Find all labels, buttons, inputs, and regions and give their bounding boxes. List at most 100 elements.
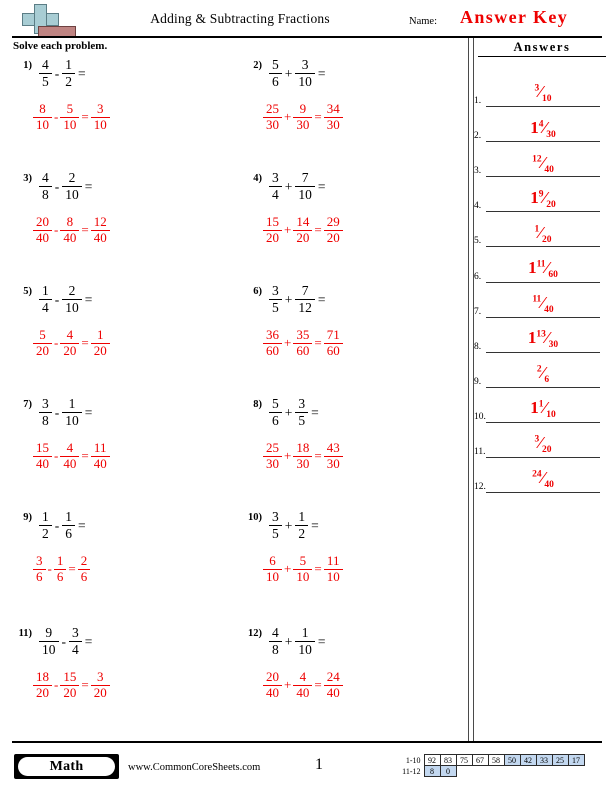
fraction-denominator: 10	[36, 117, 49, 133]
fraction-numerator: 1	[42, 509, 49, 524]
fraction-denominator: 10	[266, 569, 279, 585]
problem-fraction-first: 35	[269, 283, 282, 315]
problem-solution: 25 30 +9 30 = 34 30	[262, 101, 344, 132]
problem-number: 5)	[23, 286, 32, 297]
answer-denominator: 60	[548, 270, 558, 281]
problem-fraction-first: 48	[269, 625, 282, 657]
fraction-numerator: 2	[68, 170, 76, 185]
problem-fraction-first: 12	[39, 509, 52, 541]
fraction-numerator: 25	[266, 101, 279, 116]
problem-fraction-first: 56	[269, 396, 282, 428]
answer-value: 19⁄20	[486, 189, 600, 211]
fraction-numerator: 2	[80, 553, 88, 568]
problem-solution: 25 30 +18 30 = 43 30	[262, 440, 344, 471]
solution-fraction-result: 24 40	[323, 669, 343, 701]
answer-row: 3. 12⁄40	[472, 142, 608, 178]
problem-item: 1) 4 5-1 2 = 8 10-5 10 = 3 10	[10, 57, 235, 170]
problem-number: 6)	[253, 286, 262, 297]
problem-expression: 3 5 +1 2 =	[268, 509, 319, 541]
answer-number: 4.	[474, 201, 482, 212]
problem-fraction-first: 48	[39, 170, 52, 202]
problem-item: 10) 3 5 +1 2 = 6 10 +5 10 = 11 10	[240, 509, 465, 622]
answer-denominator: 40	[544, 305, 554, 316]
score-cell-empty	[520, 766, 536, 777]
score-cell: 8	[423, 765, 441, 777]
problem-equals-sign: =	[317, 633, 326, 649]
answer-row: 7. 11⁄40	[472, 283, 608, 318]
solution-equals-sign: =	[81, 109, 89, 125]
fraction-denominator: 10	[65, 299, 79, 315]
fraction-numerator: 5	[39, 327, 46, 342]
fraction-numerator: 15	[63, 669, 77, 684]
answer-row: 2. 14⁄30	[472, 107, 608, 143]
problem-equals-sign: =	[78, 65, 86, 81]
fraction-denominator: 20	[296, 230, 310, 246]
problem-expression: 9 10-3 4 =	[38, 625, 92, 657]
score-cell: 17	[567, 754, 585, 766]
solution-operator: -	[47, 561, 52, 577]
problem-item: 4) 3 4 +7 10 = 15 20 +14 20 = 29 20	[240, 170, 465, 283]
fraction-numerator: 6	[269, 553, 276, 568]
problem-number: 11)	[18, 628, 32, 639]
solution-fraction-first: 25 30	[263, 440, 282, 471]
problem-expression: 4 8 +1 10 =	[268, 625, 326, 657]
answer-number: 3.	[474, 166, 482, 177]
score-cell: 83	[439, 754, 457, 766]
fraction-numerator: 7	[301, 283, 309, 298]
problem-number: 2)	[253, 60, 262, 71]
problem-operator: +	[284, 178, 293, 194]
problem-fraction-second: 1 10	[295, 625, 315, 657]
solution-fraction-second: 5 10	[293, 553, 313, 584]
fraction-numerator: 5	[299, 553, 307, 568]
fraction-numerator: 3	[272, 283, 279, 298]
problem-number: 7)	[23, 399, 32, 410]
problem-fraction-first: 38	[39, 396, 52, 428]
score-conversion-table: 1-10 92 83 75 67 58 50 42 33 25 17 11-12 8 0	[398, 754, 585, 777]
fraction-numerator: 4	[42, 57, 49, 72]
subject-badge-label: Math	[18, 757, 115, 776]
fraction-denominator: 40	[63, 230, 77, 246]
solution-fraction-result: 71 60	[323, 327, 343, 358]
fraction-denominator: 10	[298, 641, 312, 657]
fraction-denominator: 40	[36, 230, 49, 246]
solution-fraction-second: 4 20	[60, 327, 80, 358]
answer-row: 11. 3⁄20	[472, 423, 608, 459]
fraction-denominator: 2	[65, 73, 72, 89]
problem-equals-sign: =	[84, 178, 93, 194]
solution-fraction-result: 11 10	[323, 553, 343, 584]
problem-solution: 15 20 +14 20 = 29 20	[262, 214, 344, 246]
score-row-11-12: 11-12 8 0	[398, 765, 584, 777]
solution-fraction-result: 34 30	[323, 101, 343, 132]
fraction-numerator: 9	[45, 625, 53, 640]
fraction-denominator: 10	[298, 73, 312, 89]
answer-key-badge: Answer Key	[460, 7, 569, 27]
score-cell: 42	[519, 754, 537, 766]
solution-fraction-first: 20 40	[263, 669, 282, 700]
fraction-denominator: 10	[298, 186, 312, 202]
score-cell-empty	[456, 766, 472, 777]
site-url: www.CommonCoreSheets.com	[128, 762, 261, 773]
solution-fraction-result: 26	[77, 553, 91, 584]
score-cell-empty	[568, 766, 584, 777]
fraction-numerator: 25	[266, 440, 279, 455]
fraction-denominator: 40	[326, 685, 340, 701]
problem-operator: -	[54, 178, 60, 194]
solution-operator: -	[54, 222, 59, 238]
answer-number: 1.	[474, 96, 482, 107]
fraction-numerator: 3	[42, 396, 49, 411]
fraction-numerator: 1	[96, 327, 104, 342]
fraction-denominator: 10	[42, 641, 56, 657]
solution-equals-sign: =	[314, 677, 322, 693]
answer-number: 2.	[474, 131, 482, 142]
solution-fraction-first: 6 10	[263, 553, 282, 585]
problem-equals-sign: =	[317, 65, 326, 81]
problem-operator: +	[284, 404, 293, 420]
problem-item: 5) 1 4-2 10 = 5 20-4 20 = 1 20	[10, 283, 235, 396]
fraction-numerator: 4	[66, 440, 74, 455]
problem-item: 8) 5 6 +3 5 = 25 30 +18 30 = 43 30	[240, 396, 465, 509]
fraction-denominator: 8	[272, 641, 279, 657]
fraction-numerator: 1	[68, 396, 76, 411]
fraction-denominator: 6	[36, 569, 43, 585]
problem-equals-sign: =	[311, 404, 319, 420]
fraction-numerator: 29	[326, 214, 340, 229]
